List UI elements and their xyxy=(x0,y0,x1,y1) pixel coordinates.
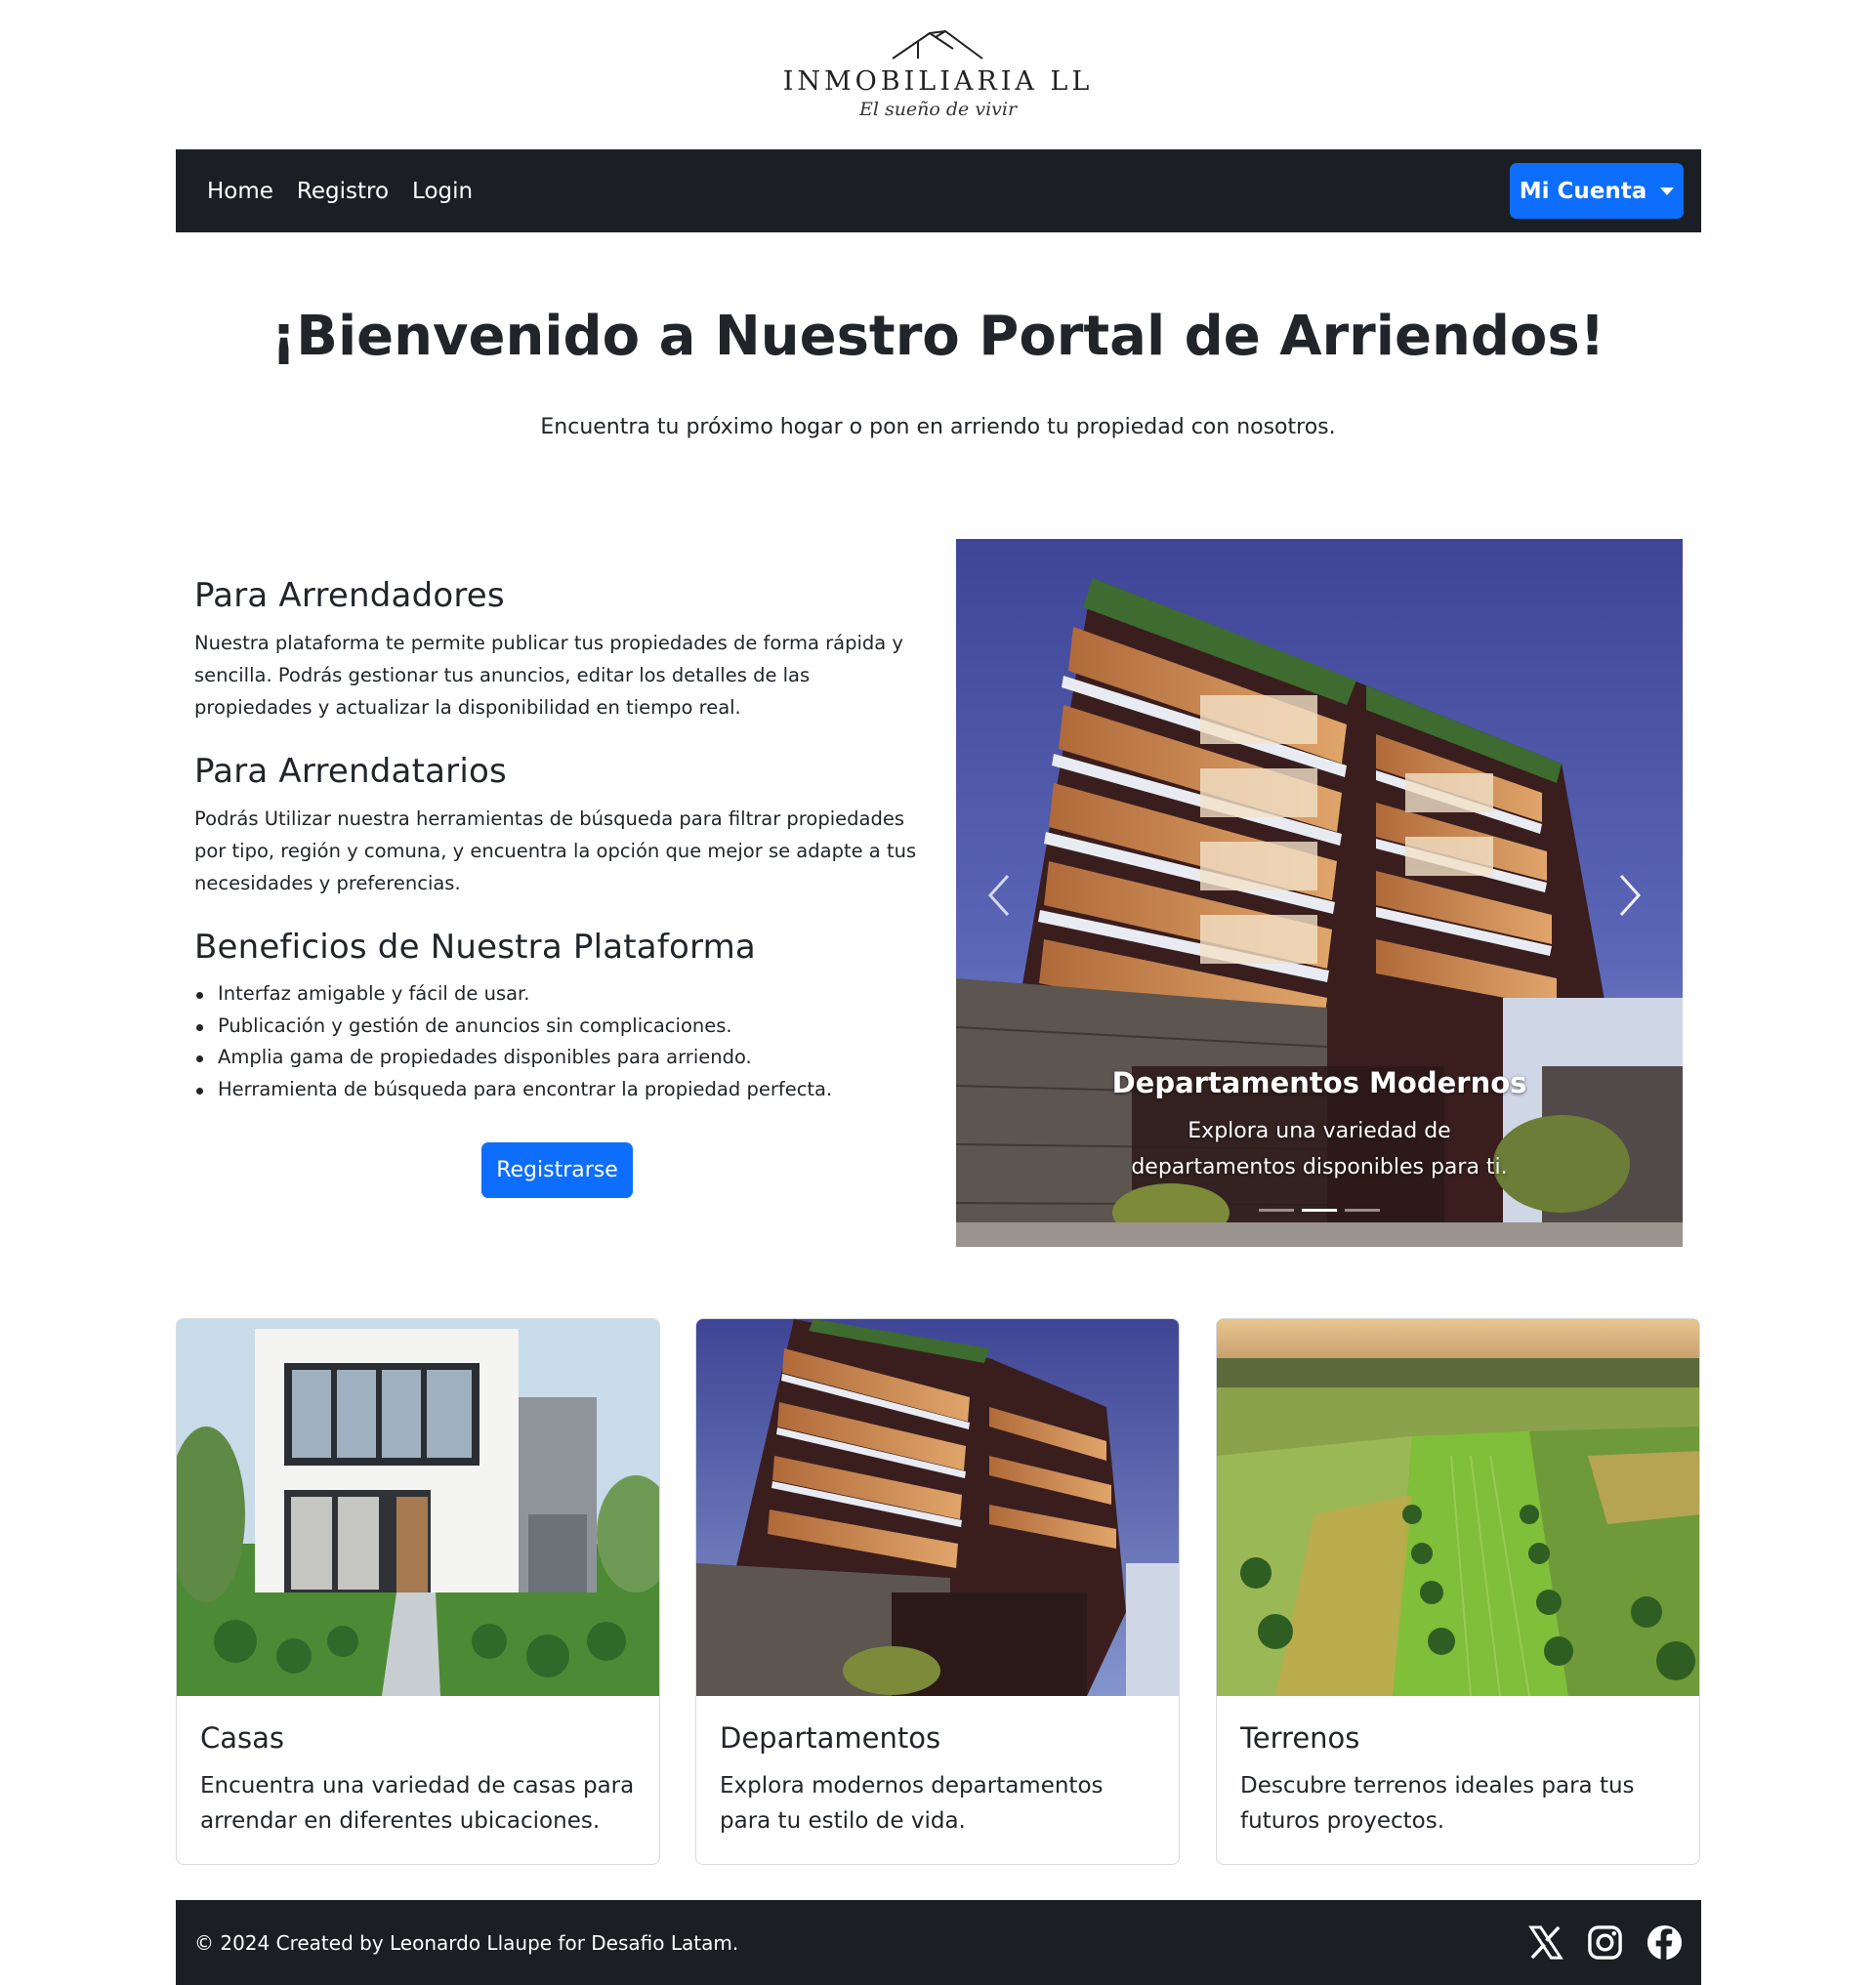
benefit-item: Herramienta de búsqueda para encontrar l… xyxy=(194,1074,917,1106)
account-dropdown-button[interactable]: Mi Cuenta xyxy=(1510,163,1684,219)
landlords-heading: Para Arrendadores xyxy=(194,576,505,615)
card-text: Descubre terrenos ideales para tus futur… xyxy=(1240,1773,1635,1834)
card-casas[interactable]: Casas Encuentra una variedad de casas pa… xyxy=(176,1318,660,1865)
carousel-indicators xyxy=(1259,1209,1380,1212)
benefit-item: Amplia gama de propiedades disponibles p… xyxy=(194,1042,917,1074)
nav-link-home[interactable]: Home xyxy=(195,179,285,204)
carousel-caption-title: Departamentos Modernos xyxy=(1111,1066,1527,1099)
carousel-indicator-2[interactable] xyxy=(1302,1209,1337,1212)
landlords-text: Nuestra plataforma te permite publicar t… xyxy=(194,632,903,719)
logo-brand: INMOBILIARIA LL xyxy=(782,66,1094,97)
footer-copyright: © 2024 Created by Leonardo Llaupe for De… xyxy=(194,1930,739,1955)
card-title: Terrenos xyxy=(1240,1721,1360,1755)
x-icon[interactable] xyxy=(1526,1923,1564,1962)
carousel-indicator-1[interactable] xyxy=(1259,1209,1294,1212)
account-label: Mi Cuenta xyxy=(1519,178,1647,204)
logo-tagline: El sueño de vivir xyxy=(858,99,1018,120)
caret-down-icon xyxy=(1660,186,1675,195)
image-carousel[interactable]: Departamentos Modernos Explora una varie… xyxy=(956,539,1683,1247)
info-section: Para Arrendadores Nuestra plataforma te … xyxy=(194,576,917,1105)
footer: © 2024 Created by Leonardo Llaupe for De… xyxy=(176,1900,1701,1985)
site-logo[interactable]: INMOBILIARIA LL El sueño de vivir xyxy=(0,27,1876,125)
benefits-list: Interfaz amigable y fácil de usar. Publi… xyxy=(194,978,917,1105)
carousel-prev-icon[interactable] xyxy=(980,866,1020,925)
farmland-image xyxy=(1217,1319,1699,1696)
facebook-icon[interactable] xyxy=(1646,1923,1684,1962)
benefit-item: Interfaz amigable y fácil de usar. xyxy=(194,978,917,1011)
tenants-text: Podrás Utilizar nuestra herramientas de … xyxy=(194,807,917,894)
card-text: Encuentra una variedad de casas para arr… xyxy=(200,1773,635,1834)
register-button[interactable]: Registrarse xyxy=(481,1142,633,1198)
card-text: Explora modernos departamentos para tu e… xyxy=(720,1773,1104,1834)
instagram-icon[interactable] xyxy=(1586,1923,1624,1962)
tenants-heading: Para Arrendatarios xyxy=(194,752,507,791)
hero-subtitle: Encuentra tu próximo hogar o pon en arri… xyxy=(540,415,1336,439)
carousel-caption-text: Explora una variedad de departamentos di… xyxy=(1131,1119,1508,1179)
hero-title: ¡Bienvenido a Nuestro Portal de Arriendo… xyxy=(271,305,1605,368)
navbar: Home Registro Login Mi Cuenta xyxy=(176,149,1701,232)
house-roof-icon xyxy=(892,29,983,60)
card-departamentos[interactable]: Departamentos Explora modernos departame… xyxy=(695,1318,1180,1865)
benefits-heading: Beneficios de Nuestra Plataforma xyxy=(194,928,756,967)
carousel-next-icon[interactable] xyxy=(1609,866,1648,925)
benefit-item: Publicación y gestión de anuncios sin co… xyxy=(194,1011,917,1043)
social-links xyxy=(1526,1923,1684,1962)
card-title: Departamentos xyxy=(720,1721,941,1755)
nav-link-login[interactable]: Login xyxy=(400,179,484,204)
apartment-building-image xyxy=(696,1319,1179,1696)
house-image xyxy=(177,1319,659,1696)
card-title: Casas xyxy=(200,1721,285,1755)
nav-link-registro[interactable]: Registro xyxy=(285,179,400,204)
nav-links: Home Registro Login xyxy=(195,179,484,204)
carousel-indicator-3[interactable] xyxy=(1345,1209,1380,1212)
card-terrenos[interactable]: Terrenos Descubre terrenos ideales para … xyxy=(1216,1318,1700,1865)
